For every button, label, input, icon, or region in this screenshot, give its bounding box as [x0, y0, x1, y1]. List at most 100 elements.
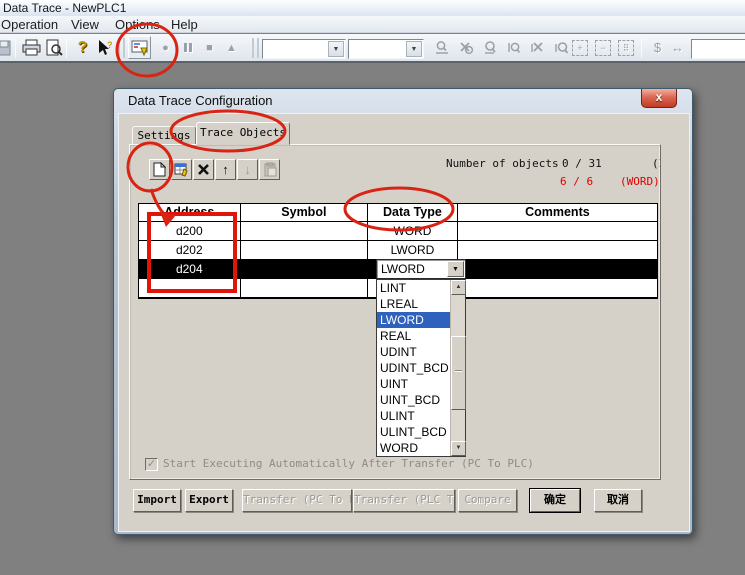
dropdown-option[interactable]: ULINT_BCD [377, 424, 450, 440]
dialog-body: Settings Trace Objects ↑ ↓ [118, 113, 690, 532]
dropdown-option[interactable]: UINT [377, 376, 450, 392]
chevron-down-icon[interactable]: ▼ [406, 41, 422, 57]
zoom-text-icon[interactable] [502, 36, 525, 59]
zoom-out-box-icon[interactable]: − [595, 40, 611, 56]
trace-select-combo[interactable]: ▼ [262, 39, 346, 59]
cell-address[interactable]: d200 [139, 222, 241, 240]
edit-object-button[interactable] [171, 159, 192, 180]
cell-symbol[interactable] [241, 241, 369, 259]
paste-object-button[interactable] [259, 159, 280, 180]
zoom-box-cut-icon[interactable] [526, 36, 549, 59]
eject-icon[interactable]: ▲ [220, 36, 243, 59]
object-count-value: 0 / 31 [562, 157, 602, 170]
cell-symbol[interactable] [241, 279, 369, 297]
cell-address[interactable]: d202 [139, 241, 241, 259]
print-icon[interactable] [20, 36, 43, 59]
delete-object-button[interactable] [193, 159, 214, 180]
word-count-value: 6 / 6 [560, 175, 593, 188]
zoom-box-q-icon[interactable] [550, 36, 573, 59]
menu-view[interactable]: View [71, 17, 99, 32]
auto-start-checkbox[interactable]: ✓ [145, 458, 158, 471]
dropdown-option[interactable]: UDINT [377, 344, 450, 360]
auto-start-label: Start Executing Automatically After Tran… [163, 457, 567, 470]
check-icon: ✓ [147, 458, 156, 470]
trace-config-icon[interactable] [128, 36, 151, 59]
header-data-type: Data Type [368, 204, 458, 221]
zoom-in-box-icon[interactable]: + [572, 40, 588, 56]
menu-operation[interactable]: Operation [1, 17, 58, 32]
scroll-down-icon[interactable]: ▼ [451, 441, 466, 456]
new-document-icon [153, 162, 166, 177]
data-type-combobox[interactable]: LWORD ▼ [376, 259, 466, 279]
arrow-up-icon: ↑ [222, 162, 229, 177]
help-icon[interactable]: ? [71, 36, 94, 59]
move-up-button[interactable]: ↑ [215, 159, 236, 180]
zoom-q-icon[interactable] [478, 36, 501, 59]
cell-comments[interactable] [458, 241, 657, 259]
transfer-pc-to-plc-button[interactable]: Transfer (PC To PLC) [242, 489, 352, 512]
dropdown-option[interactable]: UINT_BCD [377, 392, 450, 408]
delete-x-icon [197, 163, 210, 176]
tab-trace-objects[interactable]: Trace Objects [196, 122, 290, 145]
dropdown-scrollbar[interactable]: ▲ ▼ [450, 280, 465, 456]
scale-select-combo[interactable]: ▼ [348, 39, 424, 59]
edit-table-icon [174, 162, 189, 177]
cell-data-type[interactable]: WORD [368, 222, 458, 240]
data-type-dropdown: LINT LREAL LWORD REAL UDINT UDINT_BCD UI… [376, 279, 466, 457]
transfer-plc-to-pc-button[interactable]: Transfer (PLC To PC) [353, 489, 455, 512]
dropdown-option[interactable]: UDINT_BCD [377, 360, 450, 376]
compare-button[interactable]: Compare [458, 489, 517, 512]
save-icon[interactable] [0, 36, 13, 59]
menu-bar: Operation View Options Help [0, 16, 745, 33]
zoom-cut-icon[interactable] [454, 36, 477, 59]
combobox-value: LWORD [381, 262, 425, 276]
cell-comments[interactable] [458, 279, 657, 297]
dropdown-option[interactable]: LINT [377, 280, 450, 296]
fit-box-icon[interactable]: ⠿ [618, 40, 634, 56]
trace-objects-tabpage: ↑ ↓ Number of objects 0 / 31 (I 6 / 6 (W… [129, 144, 661, 480]
print-preview-icon[interactable] [42, 36, 65, 59]
menu-options[interactable]: Options [115, 17, 160, 32]
import-button[interactable]: Import [133, 489, 181, 512]
cell-data-type[interactable]: LWORD [368, 241, 458, 259]
close-button[interactable]: x [641, 89, 677, 108]
window-titlebar[interactable]: Data Trace - NewPLC1 [0, 0, 745, 16]
dropdown-option[interactable]: REAL [377, 328, 450, 344]
dropdown-option[interactable]: WORD [377, 440, 450, 456]
stop-icon[interactable]: ■ [198, 36, 221, 59]
tab-settings[interactable]: Settings [132, 126, 196, 145]
cell-address[interactable] [139, 279, 241, 297]
ok-button[interactable]: 确定 [530, 489, 580, 512]
header-comments: Comments [458, 204, 657, 221]
zoom-ruler-icon[interactable] [430, 36, 453, 59]
table-row[interactable]: d200 WORD [139, 222, 657, 241]
cell-comments[interactable] [458, 260, 657, 278]
export-button[interactable]: Export [185, 489, 233, 512]
table-row[interactable]: d202 LWORD [139, 241, 657, 260]
header-address: Address [139, 204, 241, 221]
pause-icon[interactable] [176, 36, 199, 59]
toolbar-input[interactable] [691, 39, 745, 59]
toolbar-separator [15, 38, 16, 58]
menu-help[interactable]: Help [171, 17, 198, 32]
word-count-type: (WORD) [620, 175, 660, 188]
cancel-button[interactable]: 取消 [594, 489, 642, 512]
table-header-row: Address Symbol Data Type Comments [139, 204, 657, 222]
scroll-up-icon[interactable]: ▲ [451, 280, 466, 295]
record-icon[interactable]: ● [154, 36, 177, 59]
context-help-icon[interactable]: ? [93, 36, 116, 59]
cell-comments[interactable] [458, 222, 657, 240]
toolbar-gripper [118, 38, 125, 58]
dropdown-option[interactable]: ULINT [377, 408, 450, 424]
chevron-down-icon[interactable]: ▼ [328, 41, 344, 57]
scrollbar-thumb[interactable] [451, 336, 466, 410]
chevron-down-icon[interactable]: ▼ [447, 261, 464, 277]
move-down-button[interactable]: ↓ [237, 159, 258, 180]
h-resize-icon[interactable]: ↔ [666, 36, 689, 59]
new-object-button[interactable] [149, 159, 170, 180]
dropdown-option[interactable]: LREAL [377, 296, 450, 312]
cell-symbol[interactable] [241, 260, 369, 278]
cell-symbol[interactable] [241, 222, 369, 240]
cell-address[interactable]: d204 [139, 260, 241, 278]
dropdown-option-selected[interactable]: LWORD [377, 312, 450, 328]
